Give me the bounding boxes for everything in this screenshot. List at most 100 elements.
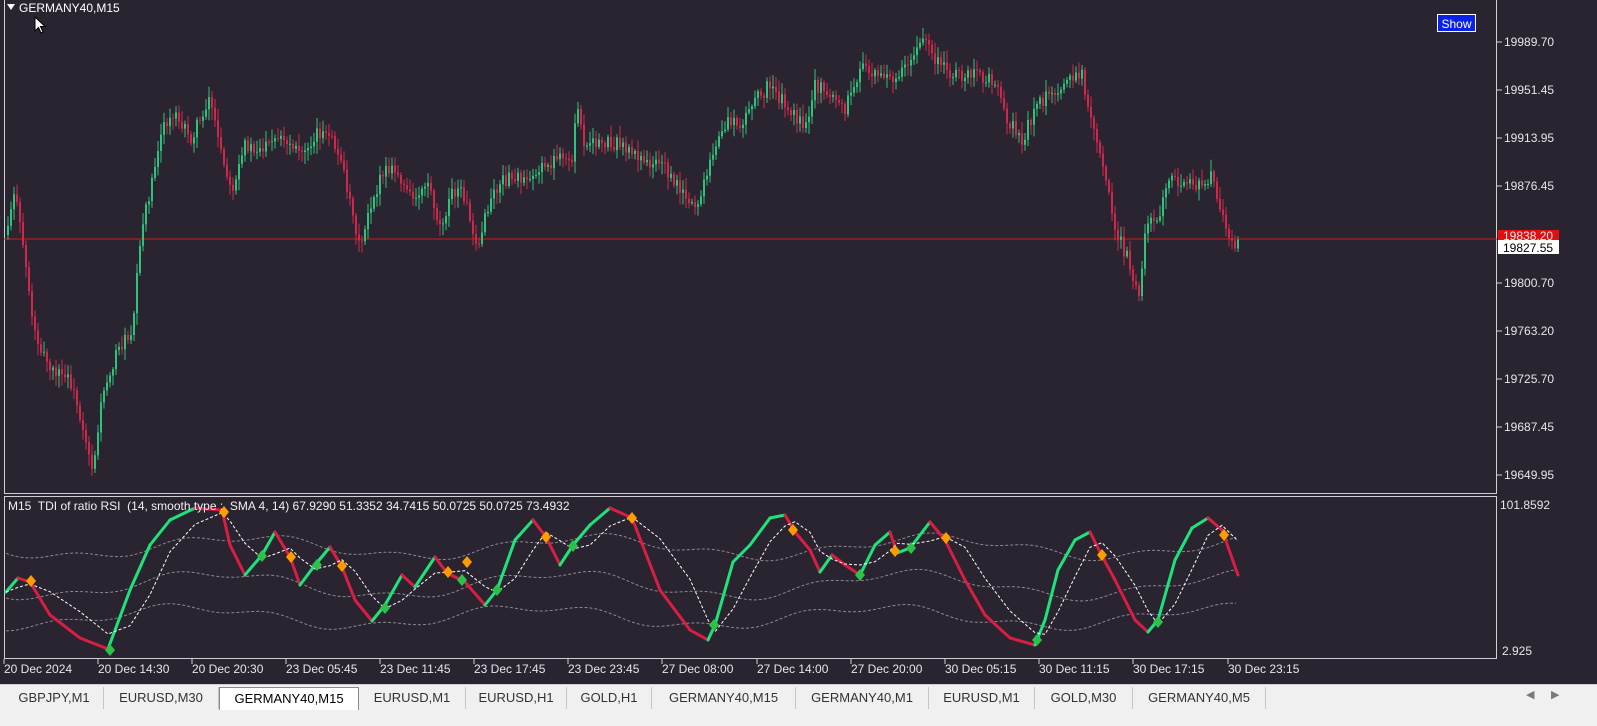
candle-body	[889, 74, 891, 77]
candle-body	[610, 136, 612, 148]
candle-body	[352, 198, 354, 216]
candle-body	[373, 197, 375, 209]
candle-body	[1036, 103, 1038, 109]
candle-body	[1186, 182, 1188, 184]
show-button[interactable]: Show	[1437, 14, 1476, 32]
candle-body	[427, 182, 429, 187]
candle-body	[886, 74, 888, 78]
candle-body	[691, 201, 693, 204]
chevron-right-icon[interactable]: ▶	[1551, 688, 1559, 701]
candle-body	[592, 138, 594, 144]
candle-body	[1069, 75, 1071, 80]
candle-body	[937, 57, 939, 64]
candle-body	[874, 70, 876, 77]
candle-body	[43, 351, 45, 353]
candle-body	[739, 125, 741, 128]
candle-body	[526, 177, 528, 180]
tdi-line-segment	[768, 513, 787, 520]
candle-body	[961, 70, 963, 82]
tdi-line-segment	[513, 518, 535, 542]
candle-body	[649, 159, 651, 168]
candle-body	[1114, 213, 1116, 230]
candle-body	[682, 189, 684, 193]
tdi-line-segment	[793, 530, 812, 552]
candle-body	[880, 73, 882, 76]
candle-body	[466, 201, 468, 203]
tdi-line-segment	[1113, 578, 1137, 622]
candle-body	[865, 63, 867, 67]
tdi-line-segment	[1156, 558, 1177, 622]
candle-body	[730, 117, 732, 125]
chart-tab-eurusd-h1[interactable]: EURUSD,H1	[466, 687, 567, 709]
tdi-line-segment	[260, 530, 277, 557]
candle-body	[1198, 180, 1200, 190]
candle-body	[1111, 192, 1113, 214]
chart-tab-gold-h1[interactable]: GOLD,H1	[567, 687, 652, 709]
time-tick-label: 20 Dec 14:30	[98, 662, 170, 676]
candle-body	[1156, 220, 1158, 222]
candle-body	[823, 82, 825, 92]
candle-body	[22, 221, 24, 246]
candle-body	[976, 69, 978, 71]
chevron-left-icon[interactable]: ◀	[1526, 688, 1534, 701]
time-tick-label: 27 Dec 14:00	[757, 662, 829, 676]
candle-body	[313, 141, 315, 147]
chart-tab-gold-m30[interactable]: GOLD,M30	[1035, 687, 1133, 709]
candle-body	[955, 69, 957, 78]
candle-body	[184, 123, 186, 129]
candle-body	[40, 344, 42, 353]
price-tick-label: 19649.95	[1504, 468, 1554, 482]
chart-tab-gbpjpy-m1[interactable]: GBPJPY,M1	[5, 687, 104, 709]
candle-body	[616, 137, 618, 151]
candle-body	[472, 220, 474, 235]
candle-body	[16, 194, 18, 203]
candle-body	[895, 78, 897, 82]
chart-tab-germany40-m1[interactable]: GERMANY40,M1	[796, 687, 929, 709]
tdi-line-segment	[943, 538, 967, 582]
tdi-line-segment	[1073, 530, 1092, 542]
candle-body	[604, 142, 606, 148]
candle-body	[439, 219, 441, 225]
candle-body	[568, 158, 570, 161]
candle-body	[406, 185, 408, 190]
candle-body	[676, 180, 678, 186]
tdi-line-segment	[383, 573, 404, 607]
candle-body	[310, 146, 312, 148]
candle-body	[613, 147, 615, 151]
candle-body	[574, 123, 576, 162]
candle-body	[442, 223, 444, 225]
collapse-triangle-icon[interactable]	[7, 4, 15, 10]
candle-body	[607, 136, 609, 148]
tdi-line-segment	[1133, 618, 1150, 634]
candle-body	[1099, 142, 1101, 154]
chart-tab-germany40-m5[interactable]: GERMANY40,M5	[1133, 687, 1266, 709]
candle-body	[1063, 83, 1065, 90]
candle-body	[637, 151, 639, 161]
chart-tab-eurusd-m1[interactable]: EURUSD,M1	[359, 687, 466, 709]
candle-body	[973, 69, 975, 78]
price-tick-label: 19687.45	[1504, 420, 1554, 434]
candle-body	[1162, 197, 1164, 217]
candle-body	[964, 77, 966, 82]
candle-body	[1024, 139, 1026, 145]
candle-body	[559, 153, 561, 160]
candle-body	[1003, 98, 1005, 109]
candle-body	[91, 454, 93, 469]
chart-tab-germany40-m15[interactable]: GERMANY40,M15	[219, 687, 359, 710]
candle-body	[235, 179, 237, 191]
candle-body	[1093, 117, 1095, 129]
candle-body	[34, 316, 36, 331]
candle-body	[556, 156, 558, 160]
candle-body	[475, 234, 477, 244]
candle-body	[448, 198, 450, 217]
candle-body	[115, 350, 117, 370]
tdi-line-segment	[400, 573, 417, 589]
candle-body	[292, 143, 294, 149]
tdi-line-segment	[1173, 526, 1194, 562]
symbol-title[interactable]: GERMANY40,M15	[7, 1, 120, 15]
tdi-lower-band	[5, 602, 1237, 632]
chart-tab-eurusd-m1[interactable]: EURUSD,M1	[929, 687, 1035, 709]
chart-tab-eurusd-m30[interactable]: EURUSD,M30	[104, 687, 219, 709]
candle-body	[88, 442, 90, 455]
chart-tab-germany40-m15[interactable]: GERMANY40,M15	[652, 687, 796, 709]
